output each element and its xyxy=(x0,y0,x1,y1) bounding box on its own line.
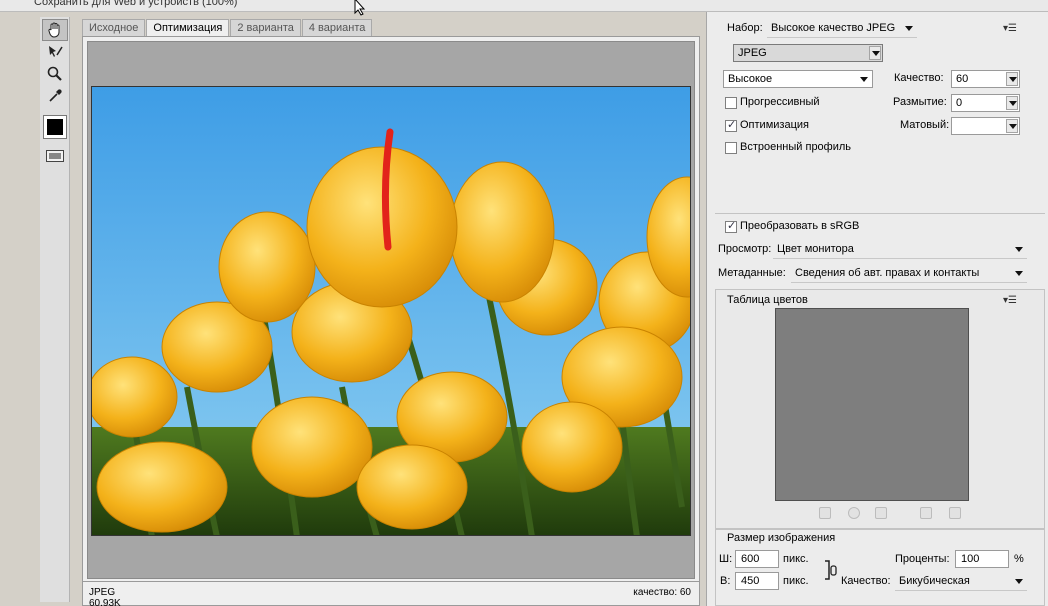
optimized-label: Оптимизация xyxy=(740,119,809,131)
quality-field[interactable]: 60 xyxy=(951,70,1020,88)
eyedropper-color-swatch[interactable] xyxy=(43,115,67,139)
resample-label: Качество: xyxy=(841,575,891,587)
preset-select[interactable]: Высокое качество JPEG xyxy=(767,20,917,38)
width-label: Ш: xyxy=(719,553,733,565)
height-unit: пикс. xyxy=(783,575,809,587)
canvas-background xyxy=(87,41,695,579)
chevron-down-icon xyxy=(1013,267,1025,279)
preset-value: Высокое качество JPEG xyxy=(771,22,896,34)
color-table-menu-icon[interactable]: ▾☰ xyxy=(1003,296,1017,306)
matte-field[interactable] xyxy=(951,117,1020,135)
status-format-info: JPEG 60,93K xyxy=(89,587,121,606)
convert-srgb-checkbox[interactable] xyxy=(725,219,737,233)
window-title: Сохранить для Web и устройств (100%) xyxy=(34,0,238,8)
tab-optimized[interactable]: Оптимизация xyxy=(146,19,230,36)
matte-label: Матовый: xyxy=(900,119,950,131)
lock-color-icon[interactable] xyxy=(875,507,887,519)
settings-spacer xyxy=(715,162,1045,214)
quality-label: Качество: xyxy=(894,72,944,84)
web-shift-icon[interactable] xyxy=(848,507,860,519)
preview-status-bar: JPEG 60,93K качество: 60 xyxy=(82,582,700,606)
tab-4-up[interactable]: 4 варианта xyxy=(301,19,373,36)
tulip-photo-preview[interactable] xyxy=(91,86,691,536)
color-table-grid[interactable] xyxy=(775,308,969,501)
chevron-down-icon xyxy=(1006,119,1018,133)
resample-select[interactable]: Бикубическая xyxy=(895,573,1027,591)
file-format-value: JPEG xyxy=(738,47,767,59)
add-color-icon[interactable] xyxy=(920,507,932,519)
chevron-down-icon xyxy=(869,46,881,60)
blur-label: Размытие: xyxy=(893,96,947,108)
embed-profile-label: Встроенный профиль xyxy=(740,141,852,153)
slice-select-tool[interactable] xyxy=(42,41,68,63)
toolbox xyxy=(40,17,70,602)
chevron-down-icon xyxy=(1006,72,1018,86)
height-label: В: xyxy=(720,575,731,587)
preview-label: Просмотр: xyxy=(718,243,772,255)
map-to-transparent-icon[interactable] xyxy=(819,507,831,519)
status-format: JPEG xyxy=(89,587,116,598)
constrain-proportions-link-icon[interactable] xyxy=(825,558,837,582)
metadata-value: Сведения об авт. правах и контакты xyxy=(795,267,980,279)
resample-value: Бикубическая xyxy=(899,575,970,587)
status-file-size: 60,93K xyxy=(89,598,121,606)
eyedropper-tool[interactable] xyxy=(42,85,68,107)
window-titlebar: Сохранить для Web и устройств (100%) xyxy=(0,0,1048,16)
preset-label: Набор: xyxy=(727,22,763,34)
chevron-down-icon xyxy=(1013,575,1025,587)
tab-original[interactable]: Исходное xyxy=(82,19,146,36)
file-format-select[interactable]: JPEG xyxy=(733,44,883,62)
convert-srgb-label: Преобразовать в sRGB xyxy=(740,220,860,232)
chevron-down-icon xyxy=(1013,243,1025,255)
trash-icon[interactable] xyxy=(949,507,961,519)
quality-value: 60 xyxy=(956,73,969,85)
preset-menu-icon[interactable]: ▾☰ xyxy=(1003,24,1017,34)
metadata-select[interactable]: Сведения об авт. правах и контакты xyxy=(791,265,1027,283)
chevron-down-icon xyxy=(858,73,870,85)
optimize-settings-panel: Набор: Высокое качество JPEG ▾☰ JPEG Выс… xyxy=(706,12,1048,606)
percent-sign: % xyxy=(1014,553,1024,565)
mouse-cursor-icon xyxy=(354,0,366,16)
blur-field[interactable]: 0 xyxy=(951,94,1020,112)
eyedropper-icon xyxy=(49,89,62,102)
toggle-slices-visibility-button[interactable] xyxy=(42,145,68,167)
status-quality: качество: 60 xyxy=(633,587,691,598)
height-input[interactable]: 450 xyxy=(735,572,779,590)
hand-icon xyxy=(48,22,60,38)
zoom-tool[interactable] xyxy=(42,63,68,85)
percent-label: Проценты: xyxy=(895,553,950,565)
zoom-icon xyxy=(47,66,62,81)
percent-input[interactable]: 100 xyxy=(955,550,1009,568)
width-input[interactable]: 600 xyxy=(735,550,779,568)
width-unit: пикс. xyxy=(783,553,809,565)
blur-value: 0 xyxy=(956,97,963,109)
slices-visibility-icon xyxy=(46,150,64,162)
embed-profile-checkbox[interactable] xyxy=(725,142,737,154)
hand-tool[interactable] xyxy=(42,19,68,41)
compression-quality-value: Высокое xyxy=(728,73,773,85)
metadata-label: Метаданные: xyxy=(718,267,786,279)
preview-area xyxy=(82,36,700,582)
chevron-down-icon xyxy=(903,22,915,34)
view-tabs: Исходное Оптимизация 2 варианта 4 вариан… xyxy=(82,19,373,36)
color-table-label: Таблица цветов xyxy=(727,294,808,306)
slice-select-icon xyxy=(49,46,63,57)
progressive-label: Прогрессивный xyxy=(740,96,820,108)
preview-value: Цвет монитора xyxy=(777,243,854,255)
optimized-checkbox[interactable] xyxy=(725,118,737,132)
chevron-down-icon xyxy=(1006,96,1018,110)
preview-select[interactable]: Цвет монитора xyxy=(773,241,1027,259)
image-size-label: Размер изображения xyxy=(727,532,836,544)
compression-quality-select[interactable]: Высокое xyxy=(723,70,873,88)
tab-2-up[interactable]: 2 варианта xyxy=(230,19,301,36)
progressive-checkbox[interactable] xyxy=(725,97,737,109)
